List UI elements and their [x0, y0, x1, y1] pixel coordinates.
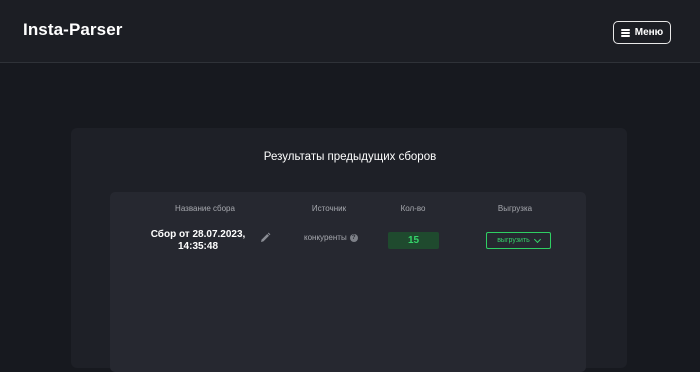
brand-logo[interactable]: Insta-Parser — [23, 20, 122, 40]
column-header-source: Источник — [311, 204, 347, 213]
row-count-badge: 15 — [388, 232, 439, 249]
results-table — [110, 192, 586, 372]
menu-button[interactable]: Меню — [613, 21, 671, 44]
column-header-name: Название сбора — [175, 204, 235, 213]
pencil-icon[interactable] — [259, 232, 271, 244]
row-source-cell: конкуренты ? — [304, 233, 358, 242]
row-name-line1: Сбор от 28.07.2023, — [150, 229, 246, 240]
hamburger-icon — [620, 29, 630, 37]
menu-button-label: Меню — [634, 27, 664, 38]
column-header-count: Кол-во — [400, 204, 426, 213]
row-source-label: конкуренты — [304, 233, 347, 242]
row-name-line2: 14:35:48 — [177, 241, 219, 252]
top-header: Insta-Parser Меню — [0, 0, 700, 63]
results-title: Результаты предыдущих сборов — [263, 151, 437, 163]
chevron-down-icon — [533, 235, 541, 243]
export-dropdown-button[interactable]: выгрузить — [486, 232, 551, 249]
help-icon[interactable]: ? — [349, 233, 358, 242]
column-header-export: Выгрузка — [497, 204, 533, 213]
row-name-cell: Сбор от 28.07.2023, 14:35:48 — [148, 229, 248, 253]
export-button-label: выгрузить — [497, 237, 530, 244]
